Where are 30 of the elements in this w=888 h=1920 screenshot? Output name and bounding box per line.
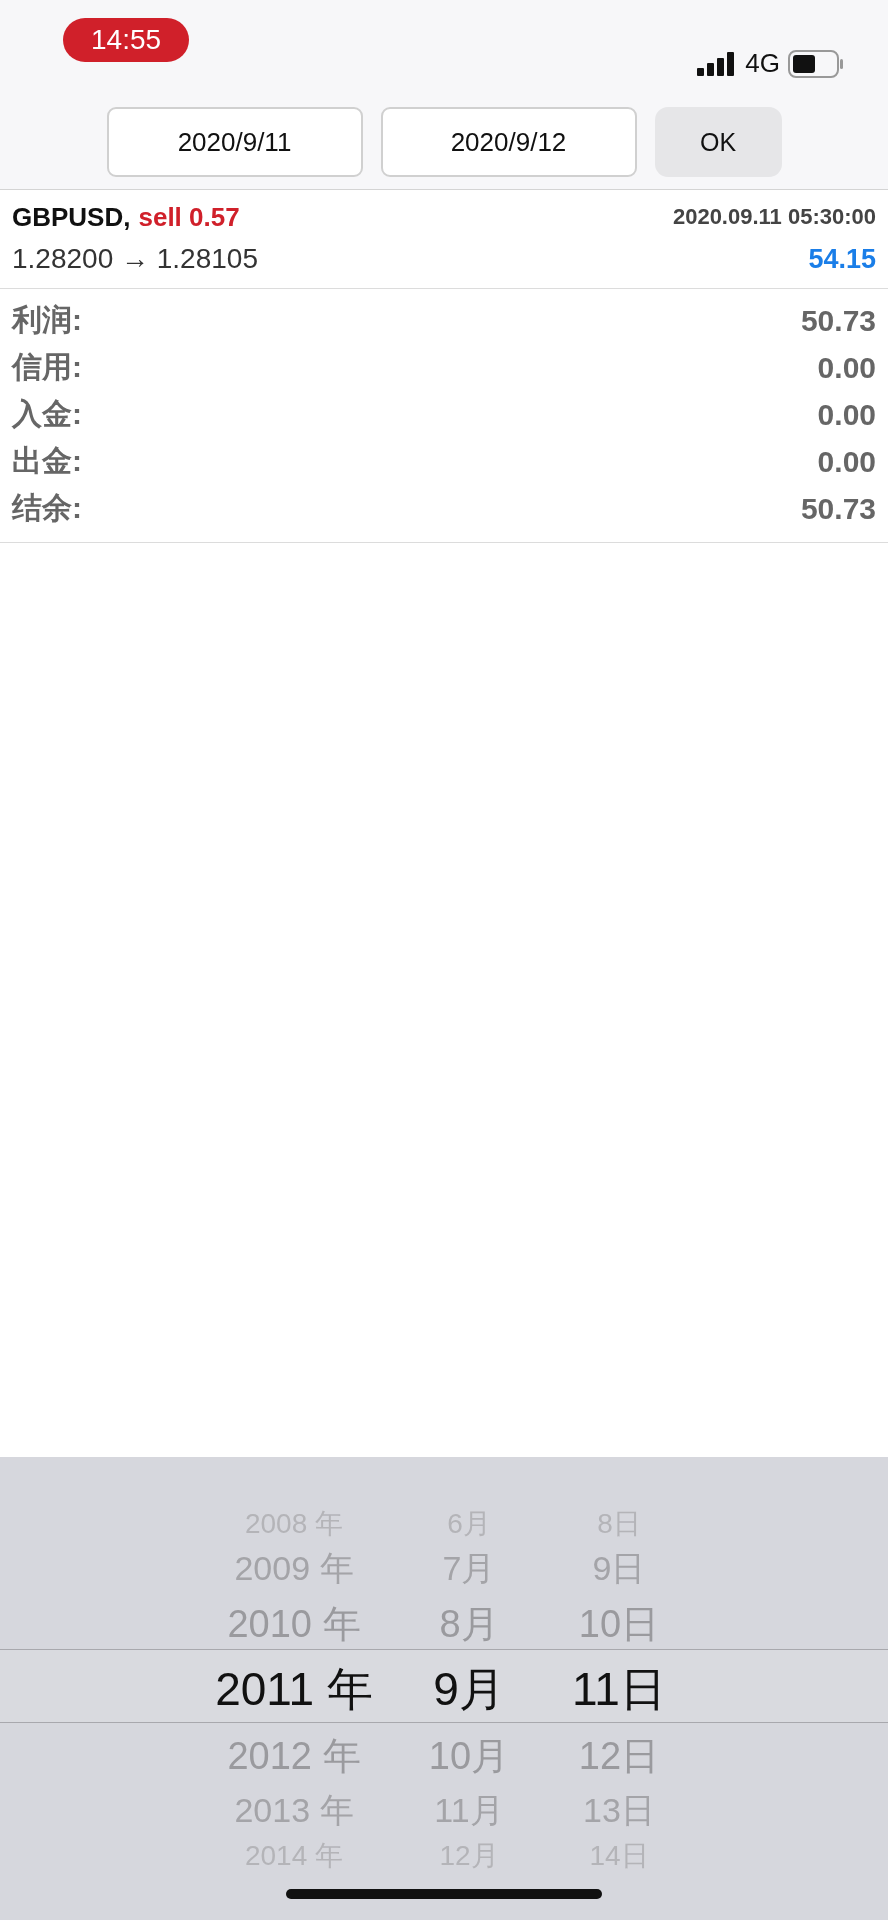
- picker-option[interactable]: 2010 年: [227, 1598, 361, 1650]
- price-change: 1.28200 → 1.28105: [12, 243, 258, 275]
- picker-option[interactable]: 2011 年: [215, 1659, 373, 1721]
- symbol-label: GBPUSD,: [12, 201, 131, 232]
- summary-label: 结余:: [12, 490, 82, 526]
- summary-label: 入金:: [12, 396, 82, 432]
- picker-option[interactable]: 10日: [578, 1598, 660, 1650]
- picker-option[interactable]: 8月: [439, 1598, 499, 1650]
- summary-value: 0.00: [817, 397, 876, 432]
- status-time: 14:55: [63, 18, 190, 62]
- trade-time: 2020.09.11 05:30:00: [672, 204, 876, 230]
- summary-value: 0.00: [817, 350, 876, 385]
- summary-label: 利润:: [12, 302, 82, 338]
- picker-option[interactable]: 11日: [572, 1659, 666, 1721]
- start-date-field[interactable]: 2020/9/11: [106, 107, 363, 177]
- summary-value: 0.00: [817, 444, 876, 479]
- summary-label: 出金:: [12, 443, 82, 479]
- order-side: sell 0.57: [138, 201, 240, 232]
- picker-option[interactable]: 10月: [428, 1730, 510, 1782]
- end-date-field[interactable]: 2020/9/12: [380, 107, 637, 177]
- summary-value: 50.73: [800, 303, 876, 338]
- battery-icon: [788, 49, 844, 78]
- picker-option[interactable]: 9月: [433, 1659, 505, 1721]
- picker-option[interactable]: 12日: [578, 1730, 660, 1782]
- network-type: 4G: [745, 48, 780, 79]
- ok-button[interactable]: OK: [654, 107, 782, 177]
- picker-option[interactable]: 2012 年: [227, 1730, 361, 1782]
- trade-profit: 54.15: [808, 243, 876, 275]
- summary-label: 信用:: [12, 349, 82, 385]
- summary-value: 50.73: [800, 491, 876, 526]
